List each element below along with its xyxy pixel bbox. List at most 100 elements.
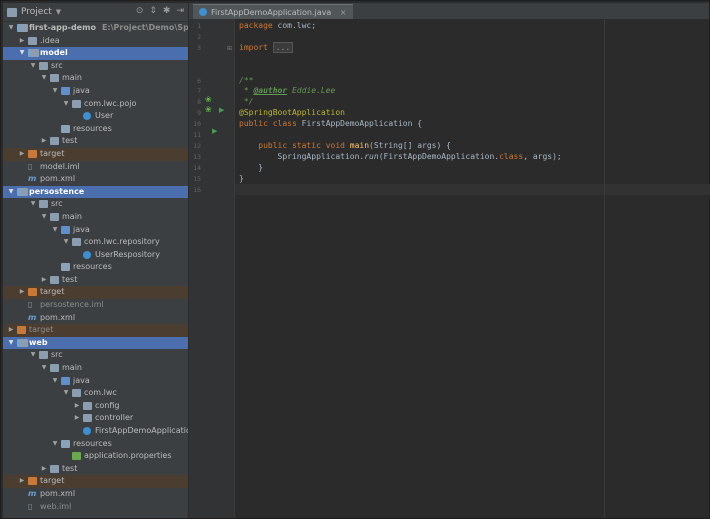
tree-item[interactable]: ▼ main: [3, 211, 188, 224]
folder-icon: [50, 275, 59, 284]
expand-arrow-icon[interactable]: ▼: [40, 72, 48, 85]
expand-arrow-icon[interactable]: ▼: [62, 387, 70, 400]
current-code-line[interactable]: [235, 183, 710, 195]
expand-arrow-icon[interactable]: ▼: [62, 98, 70, 111]
tree-item[interactable]: ▼ src: [3, 60, 188, 73]
tree-item[interactable]: ▼ src: [3, 198, 188, 211]
tree-item[interactable]: ▶ config: [3, 400, 188, 413]
expand-arrow-icon[interactable]: ▼: [29, 349, 37, 362]
iml-file-icon: ▯: [28, 300, 33, 310]
tree-item[interactable]: ▼ java: [3, 85, 188, 98]
tree-item[interactable]: ▼ java: [3, 375, 188, 388]
collapse-arrow-icon[interactable]: ▶: [40, 463, 48, 476]
expand-arrow-icon[interactable]: ▼: [29, 60, 37, 73]
code-line[interactable]: import ...: [239, 41, 294, 53]
tree-item-label: web: [29, 337, 48, 347]
collapse-arrow-icon[interactable]: ▶: [73, 400, 81, 413]
tree-item[interactable]: ▯ web.iml: [3, 501, 188, 514]
code-line[interactable]: /**: [239, 75, 253, 86]
expand-arrow-icon[interactable]: ▼: [7, 22, 15, 35]
run-icon[interactable]: ▶: [212, 127, 217, 135]
expand-arrow-icon[interactable]: ▼: [51, 85, 59, 98]
spring-bean-icon[interactable]: ❀: [205, 95, 212, 104]
tab-first-app-demo-application[interactable]: FirstAppDemoApplication.java ×: [193, 4, 353, 20]
code-line[interactable]: SpringApplication.run(FirstAppDemoApplic…: [239, 151, 562, 162]
code-line[interactable]: }: [239, 173, 244, 184]
chevron-down-icon[interactable]: ▼: [56, 8, 61, 16]
tree-item[interactable]: ▼ resources: [3, 438, 188, 451]
tree-item[interactable]: ▼ com.lwc.pojo: [3, 98, 188, 111]
code-line[interactable]: package com.lwc;: [239, 20, 316, 31]
expand-arrow-icon[interactable]: ▼: [51, 438, 59, 451]
tree-item[interactable]: application.properties: [3, 450, 188, 463]
code-line[interactable]: public static void main(String[] args) {: [239, 140, 451, 151]
tree-item[interactable]: m pom.xml: [3, 488, 188, 501]
expand-arrow-icon[interactable]: ▼: [29, 198, 37, 211]
tree-item[interactable]: ▯ persostence.iml: [3, 299, 188, 312]
tree-item[interactable]: ▶ test: [3, 274, 188, 287]
collapse-arrow-icon[interactable]: ▶: [40, 135, 48, 148]
tree-item[interactable]: ▶ target: [3, 286, 188, 300]
collapse-arrow-icon[interactable]: ▶: [7, 324, 15, 337]
code-line[interactable]: * @author Eddie.Lee: [239, 85, 336, 96]
collapse-icon[interactable]: ⇕: [149, 6, 157, 16]
spring-bean-icon[interactable]: ❀: [205, 105, 212, 114]
expand-arrow-icon[interactable]: ▼: [62, 236, 70, 249]
expand-arrow-icon[interactable]: ▼: [40, 211, 48, 224]
editor-gutter[interactable]: ❀ ❀ ▶ ▶ ⊞ 1 2 3 6 7 8 9 10 11 12 13 14 15 16: [189, 19, 235, 518]
tree-item[interactable]: ▼ main: [3, 72, 188, 85]
tree-item[interactable]: ▶ target: [3, 324, 188, 337]
tree-item[interactable]: ▶ test: [3, 135, 188, 148]
expand-arrow-icon[interactable]: ▼: [7, 337, 15, 350]
expand-arrow-icon[interactable]: ▼: [7, 186, 15, 199]
project-tree[interactable]: ▼first-app-demoE:\Project\Demo\SpringBoo…: [3, 22, 188, 513]
tree-item[interactable]: ▼ first-app-demoE:\Project\Demo\SpringBoo…: [3, 22, 188, 35]
expand-arrow-icon[interactable]: ▼: [18, 47, 26, 60]
code-line[interactable]: }: [239, 162, 263, 173]
run-icon[interactable]: ▶: [219, 106, 224, 114]
tree-item[interactable]: ▼ com.lwc.repository: [3, 236, 188, 249]
expand-arrow-icon[interactable]: ▼: [51, 375, 59, 388]
tree-item[interactable]: ▯ model.iml: [3, 161, 188, 174]
fold-icon[interactable]: ⊞: [227, 45, 232, 52]
tree-item[interactable]: ▼ web: [3, 336, 188, 350]
tree-item[interactable]: ▼ src: [3, 349, 188, 362]
tree-item[interactable]: ▼ main: [3, 362, 188, 375]
collapse-arrow-icon[interactable]: ▶: [18, 286, 26, 299]
code-line[interactable]: public class FirstAppDemoApplication {: [239, 118, 422, 129]
close-icon[interactable]: ×: [340, 8, 347, 17]
tree-item[interactable]: ▶ controller: [3, 412, 188, 425]
hide-icon[interactable]: ⇥: [176, 6, 184, 16]
tree-item[interactable]: ▶ .idea: [3, 35, 188, 48]
tree-item[interactable]: ▼ com.lwc: [3, 387, 188, 400]
tree-item[interactable]: ▶ test: [3, 463, 188, 476]
collapse-arrow-icon[interactable]: ▶: [18, 35, 26, 48]
tree-item[interactable]: ▼ model: [3, 47, 188, 60]
tree-item[interactable]: ▼ persostence: [3, 185, 188, 199]
tree-item[interactable]: UserRespository: [3, 249, 188, 262]
project-header[interactable]: Project ▼ ⊙ ⇕ ✱ ⇥: [3, 3, 188, 22]
gear-icon[interactable]: ✱: [163, 6, 171, 16]
code-line[interactable]: @SpringBootApplication: [239, 107, 345, 118]
collapse-arrow-icon[interactable]: ▶: [73, 412, 81, 425]
collapse-arrow-icon[interactable]: ▶: [18, 148, 26, 161]
expand-arrow-icon[interactable]: ▼: [51, 224, 59, 237]
tree-item[interactable]: resources: [3, 123, 188, 136]
code-editor[interactable]: package com.lwc; import ... /** * @author …: [235, 19, 710, 518]
tree-item[interactable]: m pom.xml: [3, 173, 188, 186]
tree-item[interactable]: m pom.xml: [3, 312, 188, 325]
collapse-arrow-icon[interactable]: ▶: [18, 475, 26, 488]
code-line[interactable]: */: [239, 96, 254, 107]
line-number: 15: [193, 174, 201, 183]
tree-item[interactable]: ▶ target: [3, 475, 188, 488]
tree-item[interactable]: resources: [3, 261, 188, 274]
tree-item[interactable]: ▶ target: [3, 147, 188, 161]
tree-item[interactable]: ▼ java: [3, 224, 188, 237]
expand-arrow-icon[interactable]: ▼: [40, 362, 48, 375]
tree-item[interactable]: FirstAppDemoApplication: [3, 425, 188, 438]
tree-item[interactable]: User: [3, 110, 188, 123]
maven-pom-icon: m: [28, 174, 37, 184]
sync-icon[interactable]: ⊙: [136, 6, 144, 16]
collapse-arrow-icon[interactable]: ▶: [40, 274, 48, 287]
folded-imports[interactable]: ...: [272, 41, 294, 53]
